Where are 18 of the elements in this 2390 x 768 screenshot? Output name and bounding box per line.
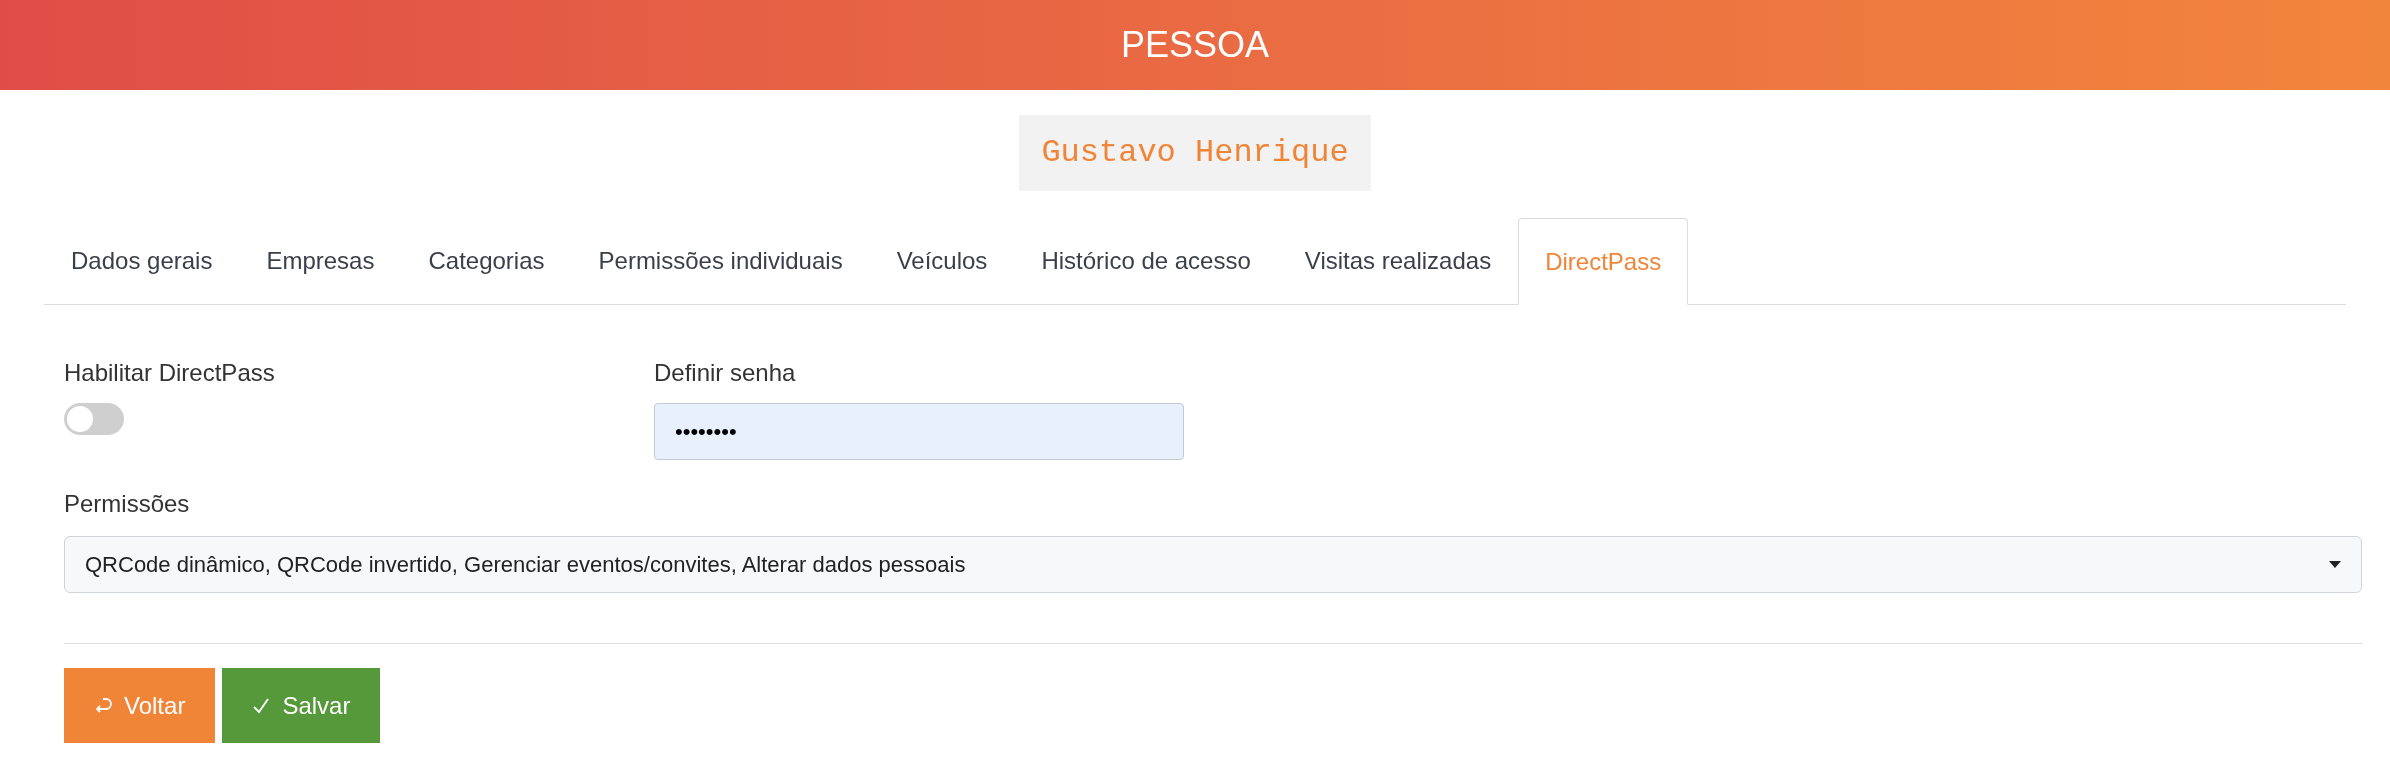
tab[interactable]: Veículos xyxy=(869,218,1015,304)
tab[interactable]: Categorias xyxy=(401,218,572,304)
tab[interactable]: Histórico de acesso xyxy=(1014,218,1278,304)
field-label: Permissões xyxy=(64,489,191,519)
field-label: Habilitar DirectPass xyxy=(64,358,276,388)
permissions-select[interactable]: QRCode dinâmico, QRCode invertido, Gerenciar eventos/convites, Alterar dados pessoais xyxy=(64,536,2362,593)
person-name: Gustavo Henrique xyxy=(1019,115,1371,191)
field-label: Definir senha xyxy=(654,358,797,388)
tab[interactable]: Dados gerais xyxy=(44,218,240,304)
caret-icon xyxy=(2329,561,2341,568)
password-field[interactable]: •••••••• xyxy=(654,403,1184,460)
page-title: PESSOA xyxy=(1120,23,1270,67)
tab[interactable]: Visitas realizadas xyxy=(1277,218,1519,304)
tab[interactable]: Empresas xyxy=(239,218,402,304)
select-value: QRCode dinâmico, QRCode invertido, Gerenciar eventos/convites, Alterar dados pessoais xyxy=(85,551,966,579)
check-icon xyxy=(252,696,271,715)
toggle-switch[interactable] xyxy=(64,403,124,435)
tab[interactable]: Permissões individuais xyxy=(571,218,870,304)
